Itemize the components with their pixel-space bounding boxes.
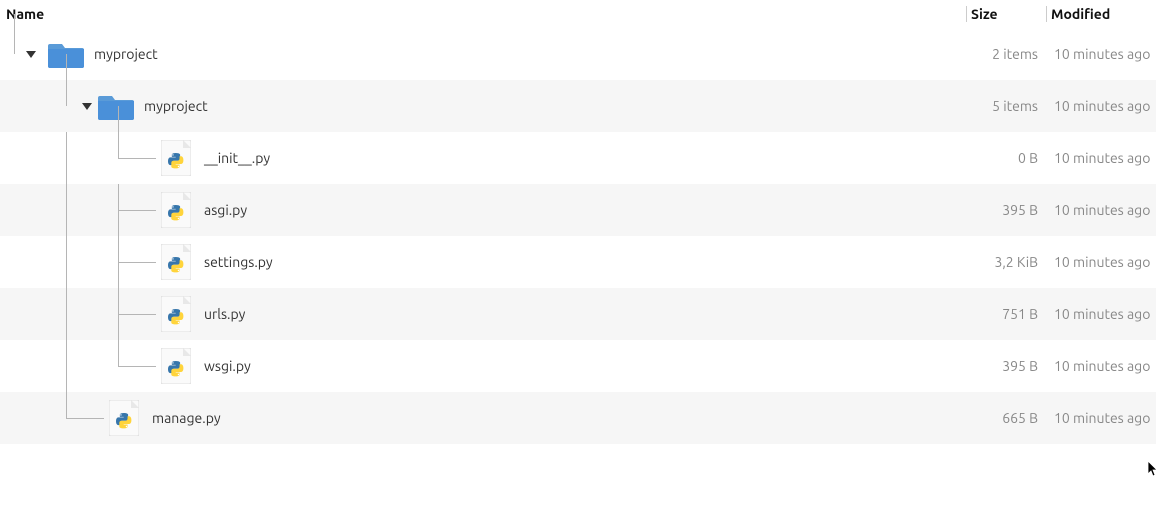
file-name-label: urls.py <box>204 306 245 322</box>
file-size-label: 395 B <box>966 358 1046 374</box>
file-modified-label: 10 minutes ago <box>1046 150 1156 166</box>
mouse-cursor-icon <box>1148 461 1156 477</box>
file-size-label: 3,2 KiB <box>966 254 1046 270</box>
tree-row-folder[interactable]: myproject 5 items 10 minutes ago <box>0 80 1156 132</box>
column-header-size[interactable]: Size <box>966 6 1046 22</box>
tree-row-folder[interactable]: myproject 2 items 10 minutes ago <box>0 28 1156 80</box>
file-name-label: settings.py <box>204 254 273 270</box>
expander-icon[interactable] <box>82 101 92 111</box>
python-file-icon <box>104 398 144 438</box>
file-name-label: wsgi.py <box>204 358 251 374</box>
file-modified-label: 10 minutes ago <box>1046 46 1156 62</box>
file-name-label: __init__.py <box>204 150 270 166</box>
folder-icon <box>96 86 136 126</box>
file-name-label: asgi.py <box>204 202 247 218</box>
file-size-label: 665 B <box>966 410 1046 426</box>
python-file-icon <box>156 190 196 230</box>
tree-row-file[interactable]: settings.py 3,2 KiB 10 minutes ago <box>0 236 1156 288</box>
file-size-label: 0 B <box>966 150 1046 166</box>
file-modified-label: 10 minutes ago <box>1046 98 1156 114</box>
tree-row-file[interactable]: urls.py 751 B 10 minutes ago <box>0 288 1156 340</box>
file-tree-view: Name Size Modified myproject 2 items 10 … <box>0 0 1156 444</box>
python-file-icon <box>156 242 196 282</box>
file-name-label: myproject <box>94 46 158 62</box>
python-file-icon <box>156 138 196 178</box>
file-modified-label: 10 minutes ago <box>1046 202 1156 218</box>
tree-row-file[interactable]: __init__.py 0 B 10 minutes ago <box>0 132 1156 184</box>
file-name-label: manage.py <box>152 410 221 426</box>
file-size-label: 5 items <box>966 98 1046 114</box>
expander-icon[interactable] <box>26 49 36 59</box>
tree-row-file[interactable]: manage.py 665 B 10 minutes ago <box>0 392 1156 444</box>
column-header-modified[interactable]: Modified <box>1046 6 1156 22</box>
file-modified-label: 10 minutes ago <box>1046 410 1156 426</box>
column-header-row: Name Size Modified <box>0 0 1156 28</box>
python-file-icon <box>156 294 196 334</box>
file-size-label: 395 B <box>966 202 1046 218</box>
file-modified-label: 10 minutes ago <box>1046 306 1156 322</box>
file-size-label: 751 B <box>966 306 1046 322</box>
tree-row-file[interactable]: wsgi.py 395 B 10 minutes ago <box>0 340 1156 392</box>
file-modified-label: 10 minutes ago <box>1046 358 1156 374</box>
file-name-label: myproject <box>144 98 208 114</box>
tree-row-file[interactable]: asgi.py 395 B 10 minutes ago <box>0 184 1156 236</box>
file-size-label: 2 items <box>966 46 1046 62</box>
column-header-name[interactable]: Name <box>0 6 966 22</box>
file-modified-label: 10 minutes ago <box>1046 254 1156 270</box>
python-file-icon <box>156 346 196 386</box>
